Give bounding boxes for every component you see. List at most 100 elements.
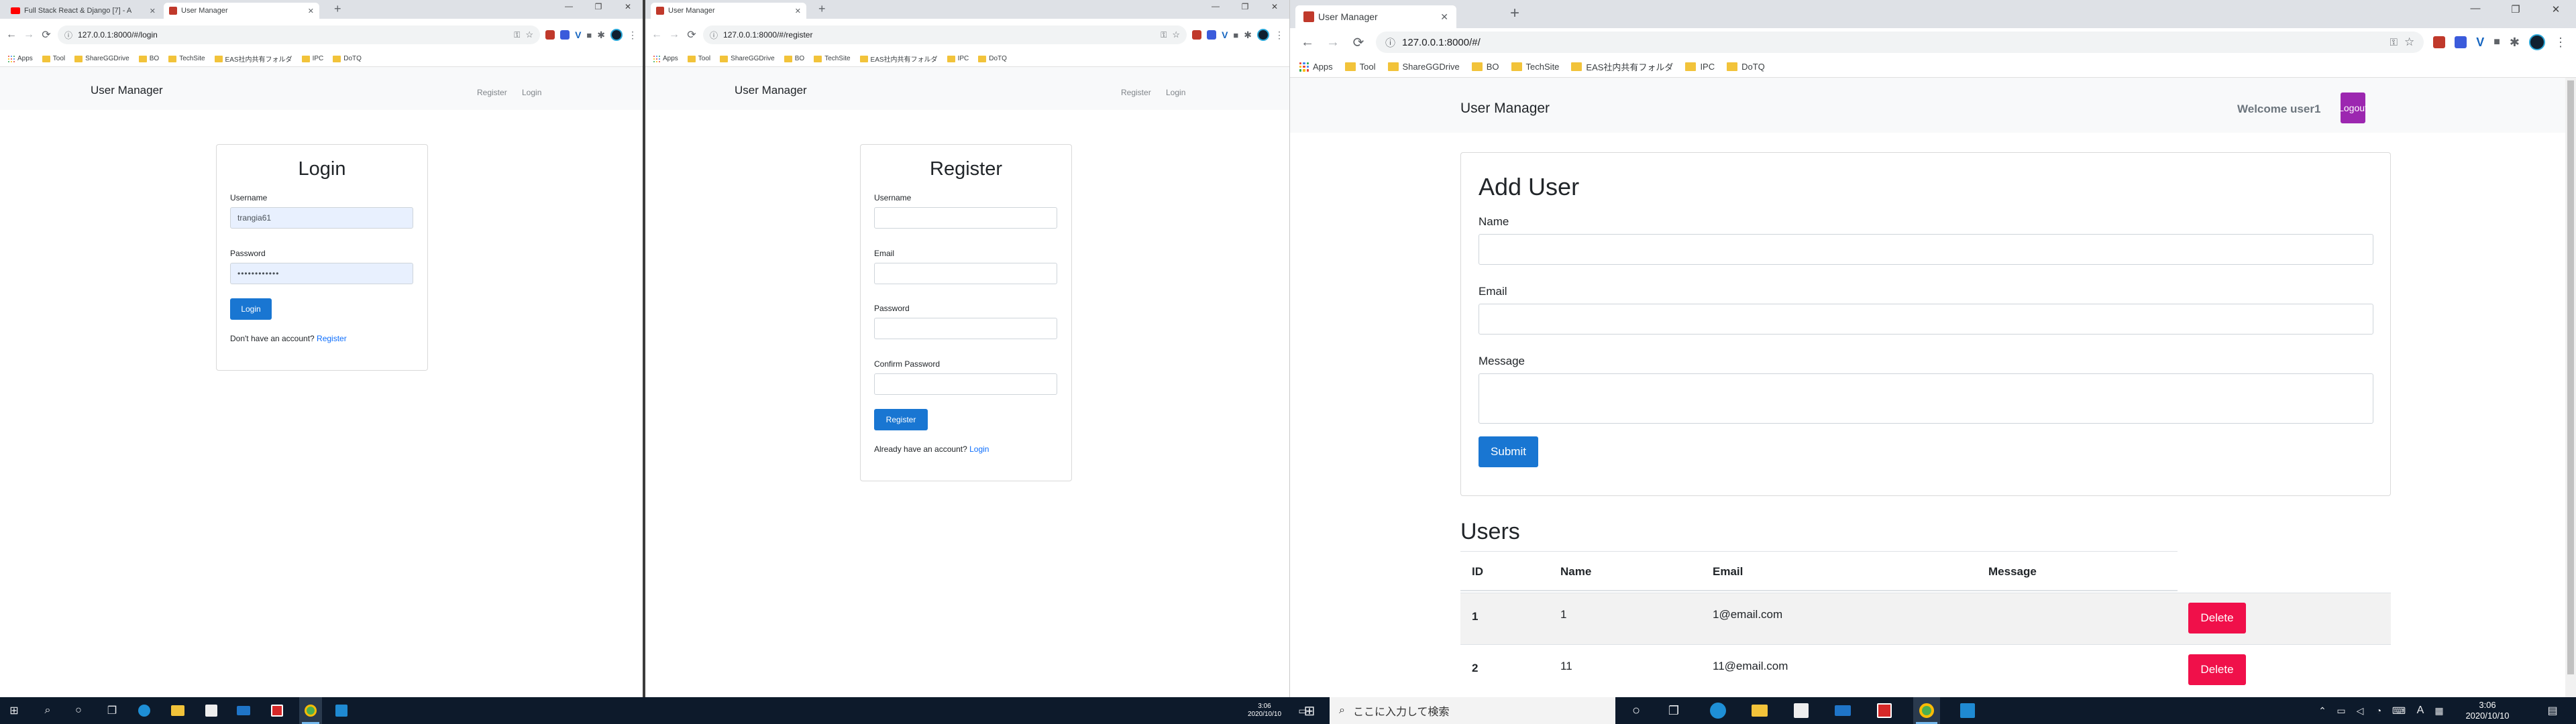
store-icon[interactable]	[201, 701, 221, 721]
puzzle-icon[interactable]: ✱	[597, 29, 605, 41]
new-tab-icon[interactable]: +	[334, 2, 341, 16]
star-icon[interactable]: ☆	[525, 29, 533, 40]
scrollbar-thumb[interactable]	[2567, 80, 2574, 674]
bookmark-apps[interactable]: Apps	[653, 55, 678, 62]
submit-button[interactable]: Submit	[1479, 436, 1538, 467]
camera-icon[interactable]: ■	[586, 30, 592, 40]
cortana-icon[interactable]: ○	[1625, 701, 1648, 721]
address-bar[interactable]: ⓘ 127.0.0.1:8000/#/register ⚿ ☆	[703, 25, 1187, 44]
show-hidden-icons[interactable]: ⌃	[2314, 701, 2330, 721]
close-icon[interactable]: ✕	[1260, 0, 1289, 15]
tab-user-manager[interactable]: User Manager ✕	[164, 3, 319, 19]
extension-icon[interactable]	[1207, 30, 1217, 40]
puzzle-icon[interactable]: ✱	[2510, 36, 2520, 50]
close-icon[interactable]: ✕	[613, 0, 643, 15]
forward-icon[interactable]: →	[1325, 35, 1341, 50]
close-tab-icon[interactable]: ✕	[795, 7, 801, 15]
bookmark-folder[interactable]: IPC	[947, 55, 969, 62]
chrome-icon[interactable]	[299, 697, 322, 724]
maximize-icon[interactable]: ❐	[2496, 0, 2536, 20]
extension-icon[interactable]	[2455, 36, 2467, 48]
bookmark-folder[interactable]: BO	[1471, 62, 1499, 72]
key-icon[interactable]: ⚿	[514, 30, 520, 40]
reload-icon[interactable]: ⟳	[40, 28, 52, 42]
register-link[interactable]: Register	[317, 334, 347, 343]
task-view-icon[interactable]: ❐	[102, 701, 122, 721]
bookmark-folder[interactable]: IPC	[1685, 62, 1715, 72]
speaker-icon[interactable]: ◁	[2352, 701, 2368, 721]
taskbar-search-box[interactable]: ⌕ ここに入力して検索	[1330, 697, 1615, 724]
login-link[interactable]: Login	[969, 444, 989, 454]
nav-register-link[interactable]: Register	[1121, 88, 1151, 97]
bookmark-folder[interactable]: ShareGGDrive	[74, 55, 129, 62]
bookmark-folder[interactable]: Tool	[687, 55, 710, 62]
key-icon[interactable]: ⚿	[2390, 37, 2398, 48]
bookmark-folder[interactable]: EAS社内共有フォルダ	[214, 54, 292, 64]
email-input[interactable]	[1479, 304, 2373, 335]
bookmark-folder[interactable]: TechSite	[814, 55, 851, 62]
key-icon[interactable]: ⚿	[1161, 30, 1167, 40]
nav-login-link[interactable]: Login	[1166, 88, 1185, 97]
tab-youtube[interactable]: Full Stack React & Django [7] - A ✕	[5, 3, 161, 19]
brand[interactable]: User Manager	[735, 84, 807, 97]
forward-icon[interactable]: →	[23, 29, 35, 41]
extension-icon[interactable]	[545, 30, 555, 40]
bookmark-folder[interactable]: BO	[784, 55, 804, 62]
vscode-icon[interactable]	[331, 701, 352, 721]
bookmark-folder[interactable]: ShareGGDrive	[1387, 62, 1460, 72]
bookmark-folder[interactable]: Tool	[1344, 62, 1376, 72]
maximize-icon[interactable]: ❐	[584, 0, 613, 15]
username-input[interactable]	[874, 207, 1057, 229]
delete-button[interactable]: Delete	[2188, 654, 2246, 685]
close-tab-icon[interactable]: ✕	[150, 7, 156, 15]
avatar[interactable]	[610, 29, 623, 41]
vue-extension-icon[interactable]: V	[1222, 29, 1228, 40]
maximize-icon[interactable]: ❐	[1230, 0, 1260, 15]
avatar[interactable]	[2529, 34, 2545, 50]
notification-icon[interactable]: ▤	[2542, 701, 2563, 721]
camera-icon[interactable]: ■	[2493, 36, 2500, 48]
explorer-icon[interactable]	[1748, 701, 1771, 721]
back-icon[interactable]: ←	[1299, 35, 1316, 50]
vue-extension-icon[interactable]: V	[2476, 36, 2484, 50]
bookmark-folder[interactable]: ShareGGDrive	[720, 55, 775, 62]
ime-indicator[interactable]: A	[2412, 701, 2428, 721]
message-textarea[interactable]	[1479, 373, 2373, 424]
password-input[interactable]: ••••••••••••	[230, 263, 413, 284]
extension-icon[interactable]	[1192, 30, 1202, 40]
nav-register-link[interactable]: Register	[477, 88, 507, 97]
calendar-icon[interactable]: ▦	[2430, 701, 2449, 721]
right-clock[interactable]: 3:06 2020/10/10	[2455, 700, 2520, 721]
minimize-icon[interactable]: —	[2455, 0, 2496, 20]
bookmark-folder[interactable]: EAS社内共有フォルダ	[859, 54, 938, 64]
avatar[interactable]	[1257, 29, 1269, 41]
brand[interactable]: User Manager	[1460, 101, 1550, 117]
address-bar[interactable]: ⓘ 127.0.0.1:8000/#/login ⚿ ☆	[58, 25, 541, 44]
search-icon[interactable]: ⌕	[38, 701, 58, 721]
cortana-icon[interactable]: ○	[68, 701, 89, 721]
vscode-icon[interactable]	[1956, 701, 1979, 721]
app-icon[interactable]	[1873, 701, 1896, 721]
bookmark-folder[interactable]: EAS社内共有フォルダ	[1571, 60, 1673, 73]
tab-user-manager[interactable]: User Manager ✕	[1295, 5, 1456, 28]
chrome-icon[interactable]	[1913, 697, 1940, 724]
reload-icon[interactable]: ⟳	[1350, 34, 1366, 51]
network-icon[interactable]: ◔	[2371, 701, 2387, 721]
info-icon[interactable]: ⓘ	[710, 29, 718, 41]
store-icon[interactable]	[1790, 701, 1813, 721]
camera-icon[interactable]: ■	[1233, 30, 1238, 40]
bookmark-folder[interactable]: Tool	[42, 55, 65, 62]
bookmark-folder[interactable]: BO	[138, 55, 159, 62]
name-input[interactable]	[1479, 234, 2373, 265]
bookmark-folder[interactable]: TechSite	[168, 55, 205, 62]
bookmark-apps[interactable]: Apps	[1299, 62, 1333, 72]
mail-icon[interactable]	[1831, 701, 1854, 721]
reload-icon[interactable]: ⟳	[686, 28, 698, 42]
edge-icon[interactable]	[1707, 701, 1729, 721]
back-icon[interactable]: ←	[651, 29, 663, 41]
app-icon[interactable]	[267, 701, 287, 721]
bookmark-folder[interactable]: DoTQ	[1727, 62, 1765, 72]
back-icon[interactable]: ←	[5, 29, 17, 41]
star-icon[interactable]: ☆	[1172, 29, 1180, 40]
logout-button[interactable]: Logout	[2339, 93, 2367, 123]
